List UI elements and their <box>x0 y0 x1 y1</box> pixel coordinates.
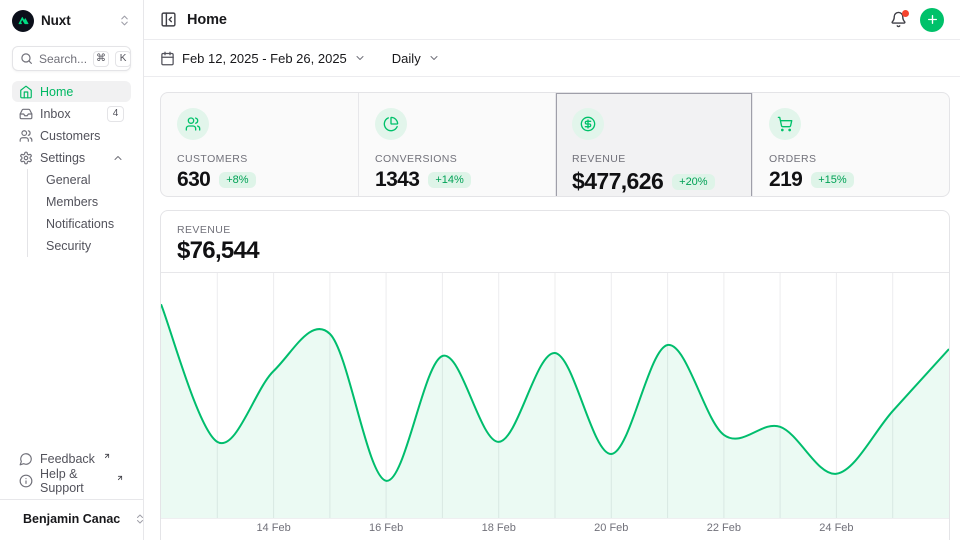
workspace-switcher[interactable]: Nuxt <box>0 0 143 34</box>
page-title: Home <box>187 12 227 28</box>
sidebar-item-label: Settings <box>40 151 85 165</box>
stat-card-customers[interactable]: Customers 630 +8% <box>161 93 358 197</box>
chart-metric-value: $76,544 <box>177 237 933 265</box>
workspace-name: Nuxt <box>41 13 71 28</box>
users-icon <box>19 129 33 143</box>
nuxt-logo-icon <box>12 10 34 32</box>
external-link-icon <box>103 452 111 460</box>
sidebar: Nuxt Search... ⌘ K Home <box>0 0 144 540</box>
delta-badge: +20% <box>672 174 714 190</box>
settings-sub-list: General Members Notifications Security <box>27 169 131 257</box>
sidebar-item-inbox[interactable]: Inbox 4 <box>12 103 131 124</box>
help-support-link[interactable]: Help & Support <box>12 470 131 492</box>
search-icon <box>20 52 33 65</box>
x-axis-label: 24 Feb <box>819 522 853 534</box>
notifications-button[interactable] <box>890 11 907 28</box>
chevrons-up-down-icon <box>118 14 131 27</box>
stat-label: Conversions <box>375 153 539 165</box>
x-axis-label: 16 Feb <box>369 522 403 534</box>
period-select[interactable]: Daily <box>392 51 440 66</box>
stat-card-orders[interactable]: Orders 219 +15% <box>752 93 949 197</box>
x-axis: 14 Feb 16 Feb 18 Feb 20 Feb 22 Feb 24 Feb <box>161 519 949 540</box>
chevron-down-icon <box>428 52 440 64</box>
user-name: Benjamin Canac <box>23 512 120 526</box>
user-menu[interactable]: Benjamin Canac <box>12 506 131 532</box>
delta-badge: +14% <box>428 172 470 188</box>
main-area: Home Feb 12, 2025 - Feb 26, 2025 <box>144 0 960 540</box>
info-circle-icon <box>19 474 33 488</box>
sidebar-item-general[interactable]: General <box>40 169 131 191</box>
delta-badge: +15% <box>811 172 853 188</box>
kbd-k: K <box>115 51 131 67</box>
page-header: Home <box>144 0 960 40</box>
x-axis-label: 14 Feb <box>256 522 290 534</box>
cart-icon <box>769 108 801 140</box>
period-value: Daily <box>392 51 421 66</box>
revenue-area-chart[interactable] <box>161 273 949 519</box>
x-axis-label: 22 Feb <box>707 522 741 534</box>
sidebar-nav: Home Inbox 4 Customers Settings <box>0 81 143 257</box>
search-placeholder: Search... <box>39 52 87 66</box>
chart-metric-label: Revenue <box>177 224 933 236</box>
x-axis-label: 20 Feb <box>594 522 628 534</box>
stat-label: Orders <box>769 153 933 165</box>
date-range-value: Feb 12, 2025 - Feb 26, 2025 <box>182 51 347 66</box>
content: Customers 630 +8% Conversions 1343 +14% <box>144 77 960 540</box>
external-link-icon <box>116 474 124 482</box>
chevron-down-icon <box>354 52 366 64</box>
stat-label: Customers <box>177 153 342 165</box>
chevron-up-icon <box>112 152 124 164</box>
sidebar-item-security[interactable]: Security <box>40 235 131 257</box>
dashboard-app: Nuxt Search... ⌘ K Home <box>0 0 960 540</box>
sidebar-item-members[interactable]: Members <box>40 191 131 213</box>
search-input[interactable]: Search... ⌘ K <box>12 46 131 71</box>
filters-toolbar: Feb 12, 2025 - Feb 26, 2025 Daily <box>144 40 960 77</box>
home-icon <box>19 85 33 99</box>
stat-value: 219 <box>769 168 802 192</box>
sidebar-item-label: Customers <box>40 129 100 143</box>
calendar-icon <box>160 51 175 66</box>
kbd-meta: ⌘ <box>93 51 109 67</box>
chart-header: Revenue $76,544 <box>161 211 949 273</box>
stat-value: 630 <box>177 168 210 192</box>
inbox-icon <box>19 107 33 121</box>
stat-card-revenue[interactable]: Revenue $477,626 +20% <box>555 93 752 197</box>
revenue-chart-card: Revenue $76,544 14 Feb 16 Feb 18 Feb 20 Feb… <box>160 210 950 540</box>
add-button[interactable] <box>920 8 944 32</box>
pie-chart-icon <box>375 108 407 140</box>
sidebar-item-home[interactable]: Home <box>12 81 131 102</box>
stat-card-conversions[interactable]: Conversions 1343 +14% <box>358 93 555 197</box>
x-axis-label: 18 Feb <box>482 522 516 534</box>
stat-value: $477,626 <box>572 168 663 195</box>
footer-link-label: Feedback <box>40 452 95 466</box>
sidebar-item-settings[interactable]: Settings <box>12 147 131 168</box>
footer-link-label: Help & Support <box>40 467 108 495</box>
stats-row: Customers 630 +8% Conversions 1343 +14% <box>160 92 950 197</box>
sidebar-footer: Feedback Help & Support <box>0 448 143 492</box>
users-icon <box>177 108 209 140</box>
gear-icon <box>19 151 33 165</box>
delta-badge: +8% <box>219 172 255 188</box>
sidebar-item-notifications[interactable]: Notifications <box>40 213 131 235</box>
date-range-picker[interactable]: Feb 12, 2025 - Feb 26, 2025 <box>160 51 366 66</box>
sidebar-user-section: Benjamin Canac <box>0 499 143 540</box>
inbox-count-badge: 4 <box>107 106 124 122</box>
sidebar-item-label: Inbox <box>40 107 71 121</box>
stat-label: Revenue <box>572 153 736 165</box>
dollar-circle-icon <box>572 108 604 140</box>
notification-dot <box>902 10 909 17</box>
message-bubble-icon <box>19 452 33 466</box>
stat-value: 1343 <box>375 168 419 192</box>
sidebar-item-label: Home <box>40 85 73 99</box>
sidebar-item-customers[interactable]: Customers <box>12 125 131 146</box>
collapse-sidebar-icon[interactable] <box>160 11 177 28</box>
